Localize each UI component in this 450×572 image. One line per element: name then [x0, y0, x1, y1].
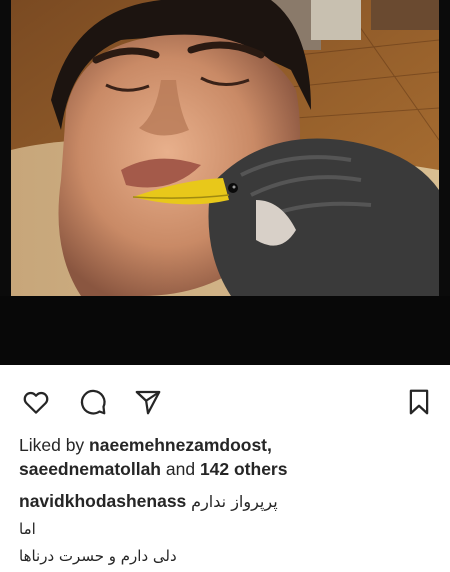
- post-photo[interactable]: [11, 0, 439, 296]
- photo-illustration: [11, 0, 439, 296]
- caption-username-link[interactable]: navidkhodashenass: [19, 491, 186, 511]
- likes-prefix: Liked by: [19, 435, 90, 455]
- post-media-frame: [0, 0, 450, 365]
- likes-comma: ,: [267, 435, 272, 455]
- caption-text: پرپرواز ندارم: [191, 492, 278, 511]
- post-caption: navidkhodashenass پرپرواز ندارم: [19, 489, 439, 514]
- liker-username-link[interactable]: naeemehnezamdoost: [89, 435, 267, 455]
- caption-line-2: اما: [19, 520, 36, 538]
- post-action-bar: [0, 378, 450, 426]
- caption-line-3: دلی دارم و حسرت درناها: [19, 547, 177, 565]
- bookmark-outline-icon[interactable]: [402, 385, 436, 419]
- paper-plane-icon[interactable]: [131, 385, 165, 419]
- likes-and: and: [161, 459, 200, 479]
- likes-summary: Liked by naeemehnezamdoost, saeednematol…: [19, 433, 439, 481]
- photo-letterbox: [0, 296, 450, 365]
- likes-others-link[interactable]: 142 others: [200, 459, 288, 479]
- heart-outline-icon[interactable]: [19, 385, 53, 419]
- liker-username-link[interactable]: saeednematollah: [19, 459, 161, 479]
- comment-bubble-icon[interactable]: [76, 385, 110, 419]
